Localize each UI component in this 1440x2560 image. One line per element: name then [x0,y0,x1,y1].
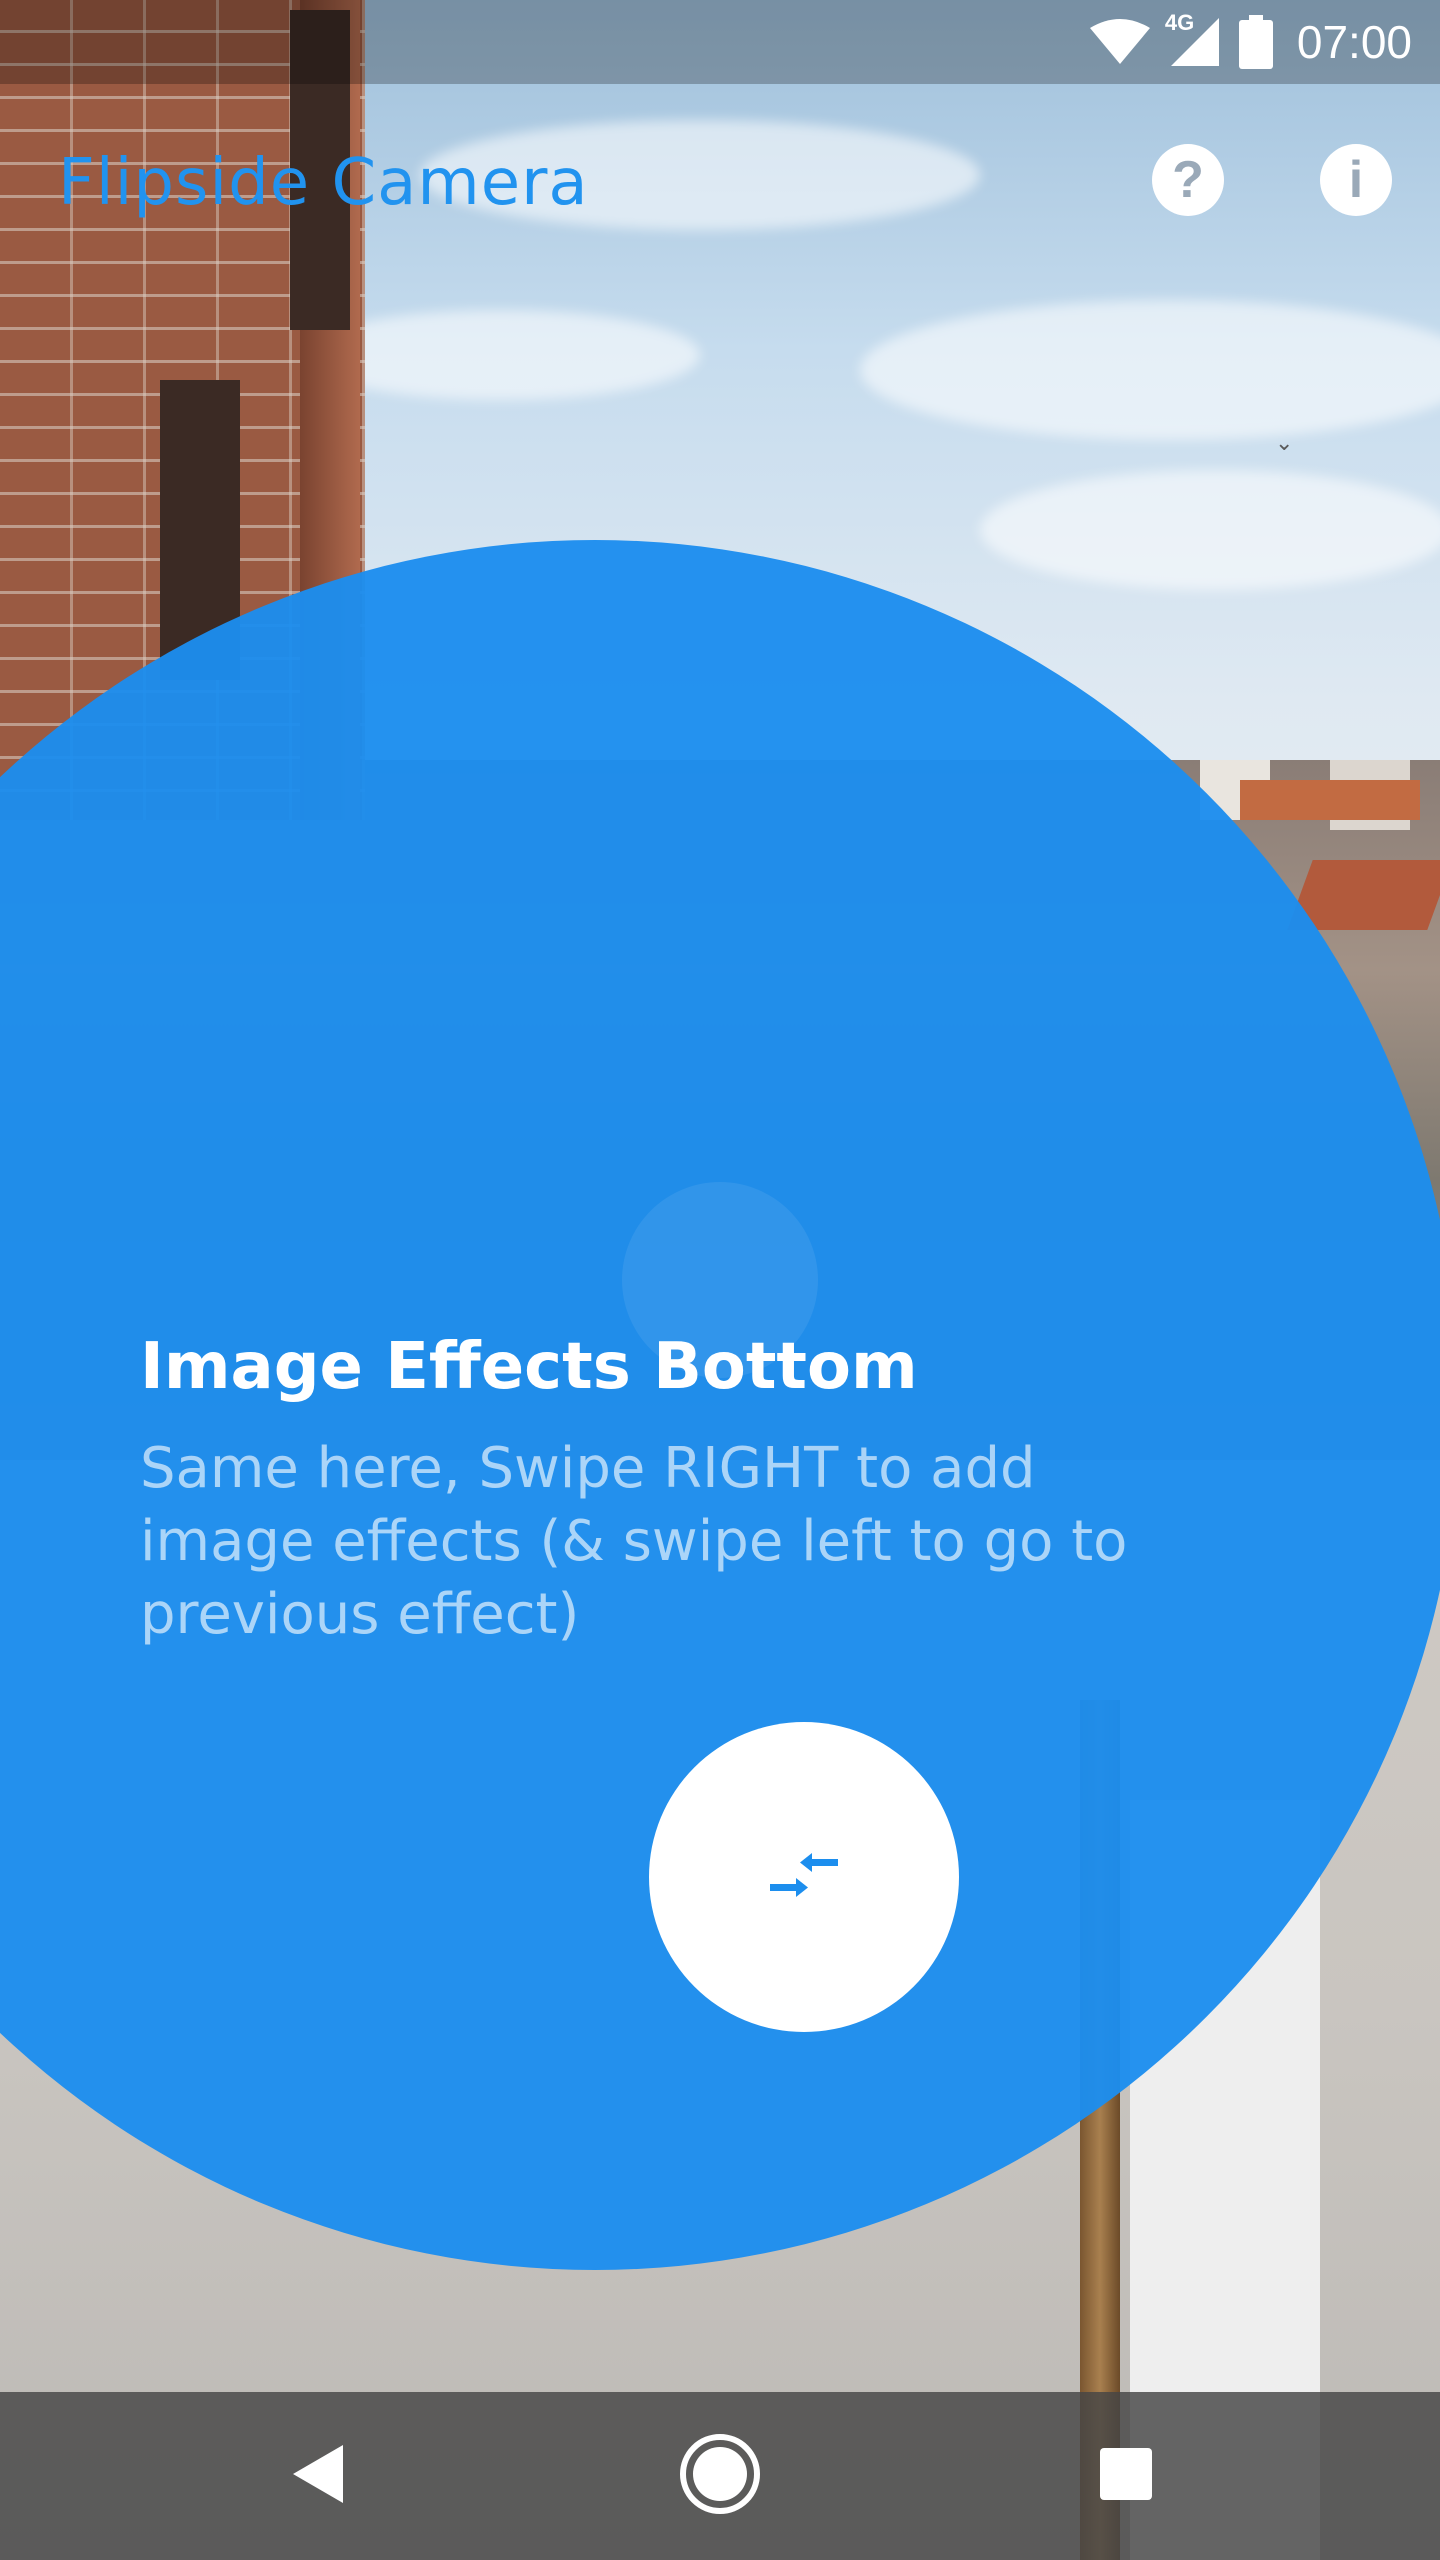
status-time: 07:00 [1296,16,1412,68]
status-bar: 4G 07:00 [0,0,1440,84]
app-bar: Flipside Camera ? i [0,84,1440,280]
recents-square-icon [1098,2446,1154,2507]
battery-icon [1238,15,1273,69]
network-type-label: 4G [1164,10,1195,35]
preview-roof [1240,780,1420,820]
preview-bird: ⌄ [1275,430,1294,455]
info-button[interactable]: i [1320,144,1392,216]
wifi-icon [1089,18,1151,66]
screen: ⌄ 4G 07:00 Flipside Camera ? i Image Eff… [0,0,1440,2560]
recents-button[interactable] [1078,2428,1174,2524]
back-triangle-icon [291,2443,345,2510]
home-circle-icon [678,2432,762,2521]
info-icon: i [1348,151,1364,209]
navigation-bar [0,2392,1440,2560]
swap-arrows-icon [764,1845,844,1910]
app-title: Flipside Camera [58,146,589,220]
image-effects-target-button[interactable] [649,1722,959,2032]
preview-cloud [980,470,1440,590]
tutorial-description: Same here, Swipe RIGHT to add image effe… [140,1436,1128,1647]
back-button[interactable] [270,2428,366,2524]
help-button[interactable]: ? [1152,144,1224,216]
help-icon: ? [1172,151,1204,209]
cell-signal-icon: 4G [1165,10,1221,68]
tutorial-title: Image Effects Bottom [140,1330,918,1404]
home-button[interactable] [672,2428,768,2524]
